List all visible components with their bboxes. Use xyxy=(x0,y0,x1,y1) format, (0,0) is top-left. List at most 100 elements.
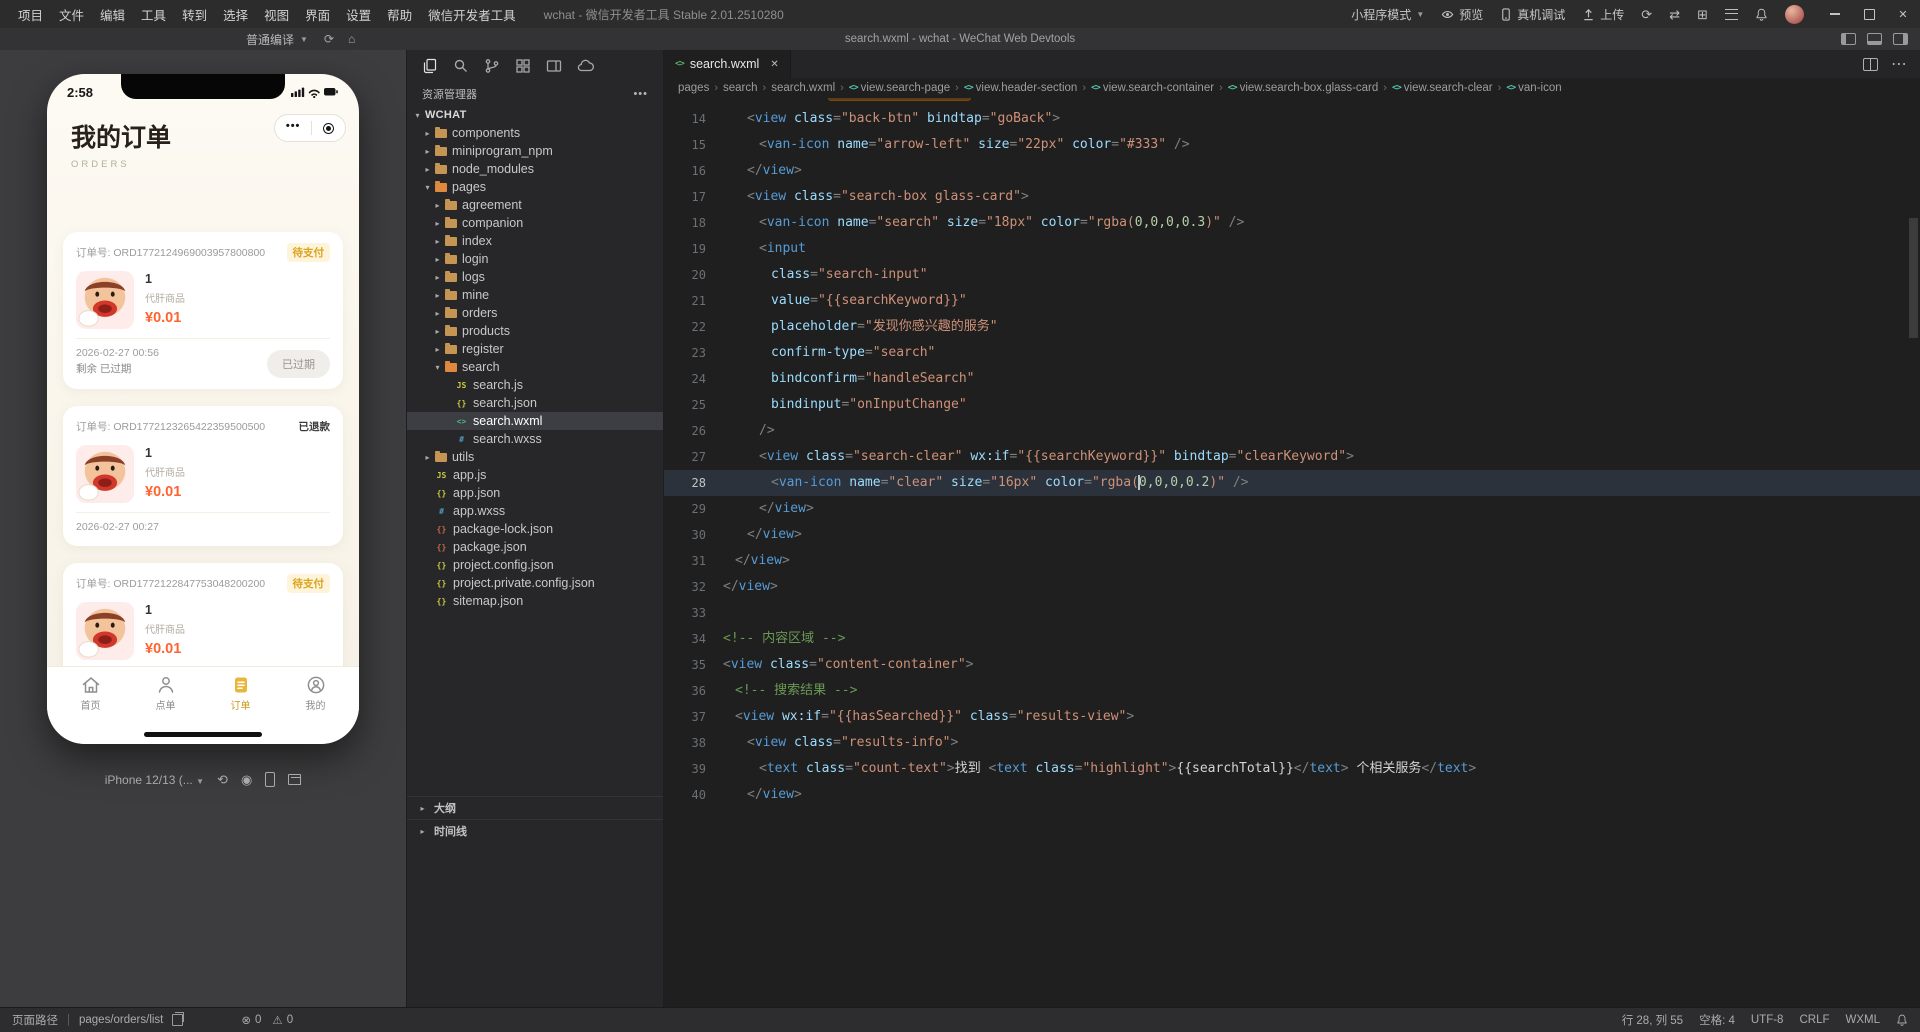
tree-item-components[interactable]: ▸components xyxy=(407,124,663,142)
code-line-16[interactable]: 16</view> xyxy=(664,158,1920,184)
code-line-33[interactable]: 33 xyxy=(664,600,1920,626)
code-line-25[interactable]: 25bindinput="onInputChange" xyxy=(664,392,1920,418)
tree-item-orders[interactable]: ▸orders xyxy=(407,304,663,322)
miniprogram-mode-dropdown[interactable]: 小程序模式▼ xyxy=(1351,6,1424,23)
breadcrumb-item[interactable]: <>view.search-page xyxy=(849,82,950,94)
tree-item-search.wxss[interactable]: #search.wxss xyxy=(407,430,663,448)
tree-item-agreement[interactable]: ▸agreement xyxy=(407,196,663,214)
order-card[interactable]: 订单号: ORD1772124969003957800800 待支付 1 代肝商… xyxy=(63,232,343,389)
code-editor[interactable]: 13<view class="search-container">14<view… xyxy=(664,98,1920,1008)
tab-search-wxml[interactable]: <> search.wxml ✕ xyxy=(664,50,791,78)
code-line-40[interactable]: 40</view> xyxy=(664,782,1920,808)
problems-indicator[interactable]: ⊗0 ⚠0 xyxy=(241,1013,293,1027)
eol-setting[interactable]: CRLF xyxy=(1799,1014,1829,1026)
remote-debug-button[interactable]: 真机调试 xyxy=(1500,6,1565,23)
menu-icon[interactable] xyxy=(1725,9,1738,20)
page-path-label[interactable]: 页面路径 xyxy=(12,1012,58,1028)
minimize-button[interactable] xyxy=(1818,0,1852,28)
code-line-23[interactable]: 23confirm-type="search" xyxy=(664,340,1920,366)
capsule-button[interactable]: ••• xyxy=(274,114,346,142)
editor-more-icon[interactable]: ⋯ xyxy=(1891,54,1907,74)
code-line-28[interactable]: 28<van-icon name="clear" size="16px" col… xyxy=(664,470,1920,496)
git-branch-icon[interactable] xyxy=(484,58,500,74)
code-line-20[interactable]: 20class="search-input" xyxy=(664,262,1920,288)
copy-icon[interactable] xyxy=(172,1014,183,1026)
cursor-position[interactable]: 行 28, 列 55 xyxy=(1622,1012,1683,1028)
tree-item-package-lock.json[interactable]: {}package-lock.json xyxy=(407,520,663,538)
timeline-section[interactable]: ▸时间线 xyxy=(407,819,663,842)
breadcrumb-item[interactable]: search xyxy=(723,82,758,94)
code-line-36[interactable]: 36<!-- 搜索结果 --> xyxy=(664,678,1920,704)
panel-icon[interactable] xyxy=(546,58,562,74)
code-line-34[interactable]: 34<!-- 内容区域 --> xyxy=(664,626,1920,652)
tree-item-companion[interactable]: ▸companion xyxy=(407,214,663,232)
tree-item-login[interactable]: ▸login xyxy=(407,250,663,268)
scrollbar[interactable] xyxy=(1909,218,1918,338)
code-line-22[interactable]: 22placeholder="发现你感兴趣的服务" xyxy=(664,314,1920,340)
menu-item[interactable]: 项目 xyxy=(10,3,51,26)
target-icon[interactable] xyxy=(323,123,334,134)
menu-item[interactable]: 帮助 xyxy=(379,3,420,26)
avatar[interactable] xyxy=(1785,5,1804,24)
tree-item-products[interactable]: ▸products xyxy=(407,322,663,340)
breadcrumb-item[interactable]: search.wxml xyxy=(771,82,835,94)
code-line-35[interactable]: 35<view class="content-container"> xyxy=(664,652,1920,678)
extensions-icon[interactable] xyxy=(515,58,531,74)
tab-home[interactable]: 首页 xyxy=(53,674,128,744)
code-line-26[interactable]: 26/> xyxy=(664,418,1920,444)
outline-section[interactable]: ▸大纲 xyxy=(407,796,663,819)
maximize-button[interactable] xyxy=(1852,0,1886,28)
code-line-21[interactable]: 21value="{{searchKeyword}}" xyxy=(664,288,1920,314)
menu-item[interactable]: 文件 xyxy=(51,3,92,26)
close-button[interactable]: ✕ xyxy=(1886,0,1920,28)
menu-item[interactable]: 编辑 xyxy=(92,3,133,26)
code-line-37[interactable]: 37<view wx:if="{{hasSearched}}" class="r… xyxy=(664,704,1920,730)
tree-item-logs[interactable]: ▸logs xyxy=(407,268,663,286)
cloud-icon[interactable] xyxy=(577,58,594,74)
breadcrumb-item[interactable]: <>view.search-clear xyxy=(1392,82,1493,94)
code-line-19[interactable]: 19<input xyxy=(664,236,1920,262)
code-line-31[interactable]: 31</view> xyxy=(664,548,1920,574)
code-line-24[interactable]: 24bindconfirm="handleSearch" xyxy=(664,366,1920,392)
language-mode[interactable]: WXML xyxy=(1846,1014,1881,1026)
toggle-right-panel-icon[interactable] xyxy=(1893,33,1908,45)
tree-item-node_modules[interactable]: ▸node_modules xyxy=(407,160,663,178)
code-line-27[interactable]: 27<view class="search-clear" wx:if="{{se… xyxy=(664,444,1920,470)
toggle-simulator-panel-icon[interactable] xyxy=(1841,33,1856,45)
menu-item[interactable]: 选择 xyxy=(215,3,256,26)
close-tab-icon[interactable]: ✕ xyxy=(770,59,778,70)
bell-icon[interactable] xyxy=(1755,8,1768,21)
tree-item-app.js[interactable]: JSapp.js xyxy=(407,466,663,484)
more-actions-icon[interactable]: ••• xyxy=(633,88,648,100)
code-line-29[interactable]: 29</view> xyxy=(664,496,1920,522)
code-line-13[interactable]: 13<view class="search-container"> xyxy=(664,98,1920,106)
upload-button[interactable]: 上传 xyxy=(1582,6,1624,23)
switch-icon[interactable]: ⇄ xyxy=(1669,8,1680,21)
code-line-32[interactable]: 32</view> xyxy=(664,574,1920,600)
device-selector[interactable]: iPhone 12/13 (... ▼ xyxy=(105,773,204,787)
toggle-bottom-panel-icon[interactable] xyxy=(1867,33,1882,45)
encoding[interactable]: UTF-8 xyxy=(1751,1014,1784,1026)
code-line-39[interactable]: 39<text class="count-text">找到 <text clas… xyxy=(664,756,1920,782)
code-line-18[interactable]: 18<van-icon name="search" size="18px" co… xyxy=(664,210,1920,236)
files-icon[interactable] xyxy=(422,58,438,74)
code-line-30[interactable]: 30</view> xyxy=(664,522,1920,548)
code-line-15[interactable]: 15<van-icon name="arrow-left" size="22px… xyxy=(664,132,1920,158)
breadcrumb-item[interactable]: <>view.search-container xyxy=(1091,82,1214,94)
menu-item[interactable]: 设置 xyxy=(338,3,379,26)
cascade-windows-icon[interactable] xyxy=(288,774,301,785)
search-icon[interactable] xyxy=(453,58,469,74)
tree-item-project.private.config.json[interactable]: {}project.private.config.json xyxy=(407,574,663,592)
device-frame-icon[interactable] xyxy=(265,772,275,787)
tree-item-app.wxss[interactable]: #app.wxss xyxy=(407,502,663,520)
tree-item-search.json[interactable]: {}search.json xyxy=(407,394,663,412)
code-line-14[interactable]: 14<view class="back-btn" bindtap="goBack… xyxy=(664,106,1920,132)
menu-item[interactable]: 界面 xyxy=(297,3,338,26)
code-line-17[interactable]: 17<view class="search-box glass-card"> xyxy=(664,184,1920,210)
clear-cache-icon[interactable]: ⌂ xyxy=(348,32,355,46)
tree-item-package.json[interactable]: {}package.json xyxy=(407,538,663,556)
tab-profile[interactable]: 我的 xyxy=(278,674,353,744)
menu-item[interactable]: 转到 xyxy=(174,3,215,26)
compile-mode-dropdown[interactable]: 普通编译▼ xyxy=(246,31,308,48)
sync-icon[interactable]: ⟳ xyxy=(1641,8,1652,21)
